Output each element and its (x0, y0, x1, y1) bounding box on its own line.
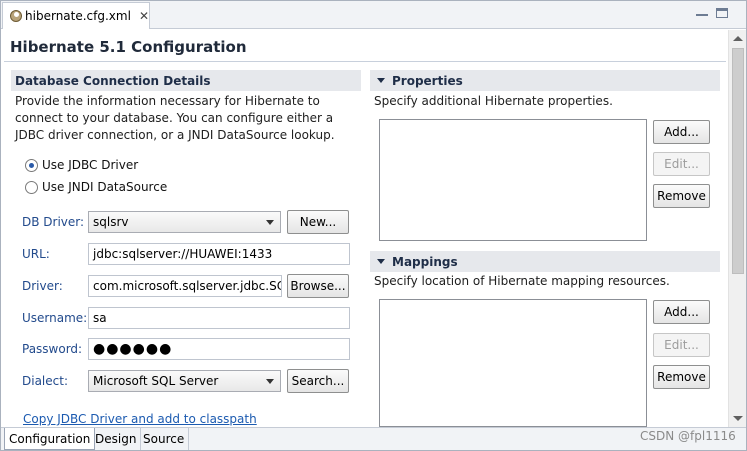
editor-tab-hibernate-cfg[interactable]: hibernate.cfg.xml ✕ (2, 2, 150, 29)
username-input[interactable]: sa (88, 307, 350, 329)
use-jndi-datasource-label: Use JNDI DataSource (42, 180, 168, 194)
watermark: CSDN @fpl1116 (640, 429, 736, 443)
editor-frame: hibernate.cfg.xml ✕ Hibernate 5.1 Config… (0, 0, 747, 451)
chevron-down-icon (266, 220, 274, 225)
title-divider (4, 61, 726, 62)
properties-section-title: Properties (392, 73, 463, 88)
properties-remove-button[interactable]: Remove (653, 184, 710, 208)
page-title: Hibernate 5.1 Configuration (10, 38, 247, 56)
dialect-select[interactable]: Microsoft SQL Server (88, 370, 281, 392)
properties-edit-button: Edit... (653, 152, 710, 176)
search-dialect-button[interactable]: Search... (287, 369, 349, 393)
scroll-up-icon[interactable] (733, 36, 743, 41)
mappings-edit-button: Edit... (653, 333, 710, 357)
url-input[interactable]: jdbc:sqlserver://HUAWEI:1433 (88, 243, 350, 265)
mappings-remove-button[interactable]: Remove (653, 365, 710, 389)
dialect-value: Microsoft SQL Server (93, 374, 219, 388)
username-label: Username: (22, 311, 88, 325)
expand-toggle-icon (377, 259, 385, 264)
db-connection-section-header: Database Connection Details (11, 70, 361, 91)
driver-label: Driver: (22, 279, 63, 293)
maximize-icon[interactable] (716, 8, 728, 18)
db-connection-section-title: Database Connection Details (15, 73, 211, 88)
new-driver-button[interactable]: New... (287, 210, 349, 234)
db-driver-select[interactable]: sqlsrv (88, 211, 281, 233)
editor-page-tabs: Configuration Design Source (1, 427, 746, 450)
scrollbar-thumb[interactable] (732, 48, 744, 274)
hibernate-file-icon (9, 9, 23, 23)
mappings-section-title: Mappings (392, 254, 458, 269)
db-driver-value: sqlsrv (93, 215, 129, 229)
properties-add-button[interactable]: Add... (653, 120, 710, 144)
use-jndi-datasource-radio[interactable]: Use JNDI DataSource (25, 180, 167, 194)
scroll-down-icon[interactable] (733, 416, 743, 421)
minimize-icon[interactable] (696, 8, 708, 16)
tab-file-name: hibernate.cfg.xml (25, 9, 131, 23)
expand-toggle-icon (377, 78, 385, 83)
mappings-add-button[interactable]: Add... (653, 300, 710, 324)
copy-jdbc-driver-link[interactable]: Copy JDBC Driver and add to classpath (23, 412, 257, 426)
mappings-section-header[interactable]: Mappings (370, 251, 720, 272)
password-label: Password: (22, 342, 83, 356)
driver-class-input[interactable]: com.microsoft.sqlserver.jdbc.SC (88, 275, 282, 297)
use-jdbc-driver-radio[interactable]: Use JDBC Driver (25, 158, 138, 172)
db-connection-description: Provide the information necessary for Hi… (15, 94, 335, 142)
password-mask: ●●●●●● (93, 341, 173, 357)
properties-list[interactable] (379, 119, 647, 241)
mappings-list[interactable] (379, 299, 647, 427)
tab-design[interactable]: Design (91, 428, 142, 450)
properties-description: Specify additional Hibernate properties. (374, 94, 613, 108)
editor-tab-bar: hibernate.cfg.xml ✕ (1, 1, 746, 29)
mappings-description: Specify location of Hibernate mapping re… (374, 274, 670, 288)
browse-button[interactable]: Browse... (287, 274, 349, 298)
chevron-down-icon (266, 379, 274, 384)
tab-configuration[interactable]: Configuration (4, 428, 96, 450)
close-icon[interactable]: ✕ (139, 10, 149, 22)
dialect-label: Dialect: (22, 374, 68, 388)
radio-unselected-icon (25, 180, 38, 194)
tab-source[interactable]: Source (139, 428, 190, 450)
password-input[interactable]: ●●●●●● (88, 338, 350, 360)
db-driver-label: DB Driver: (22, 215, 85, 229)
vertical-scrollbar[interactable] (728, 30, 746, 427)
url-label: URL: (22, 247, 50, 261)
use-jdbc-driver-label: Use JDBC Driver (42, 158, 139, 172)
radio-selected-icon (25, 158, 38, 172)
properties-section-header[interactable]: Properties (370, 70, 720, 91)
